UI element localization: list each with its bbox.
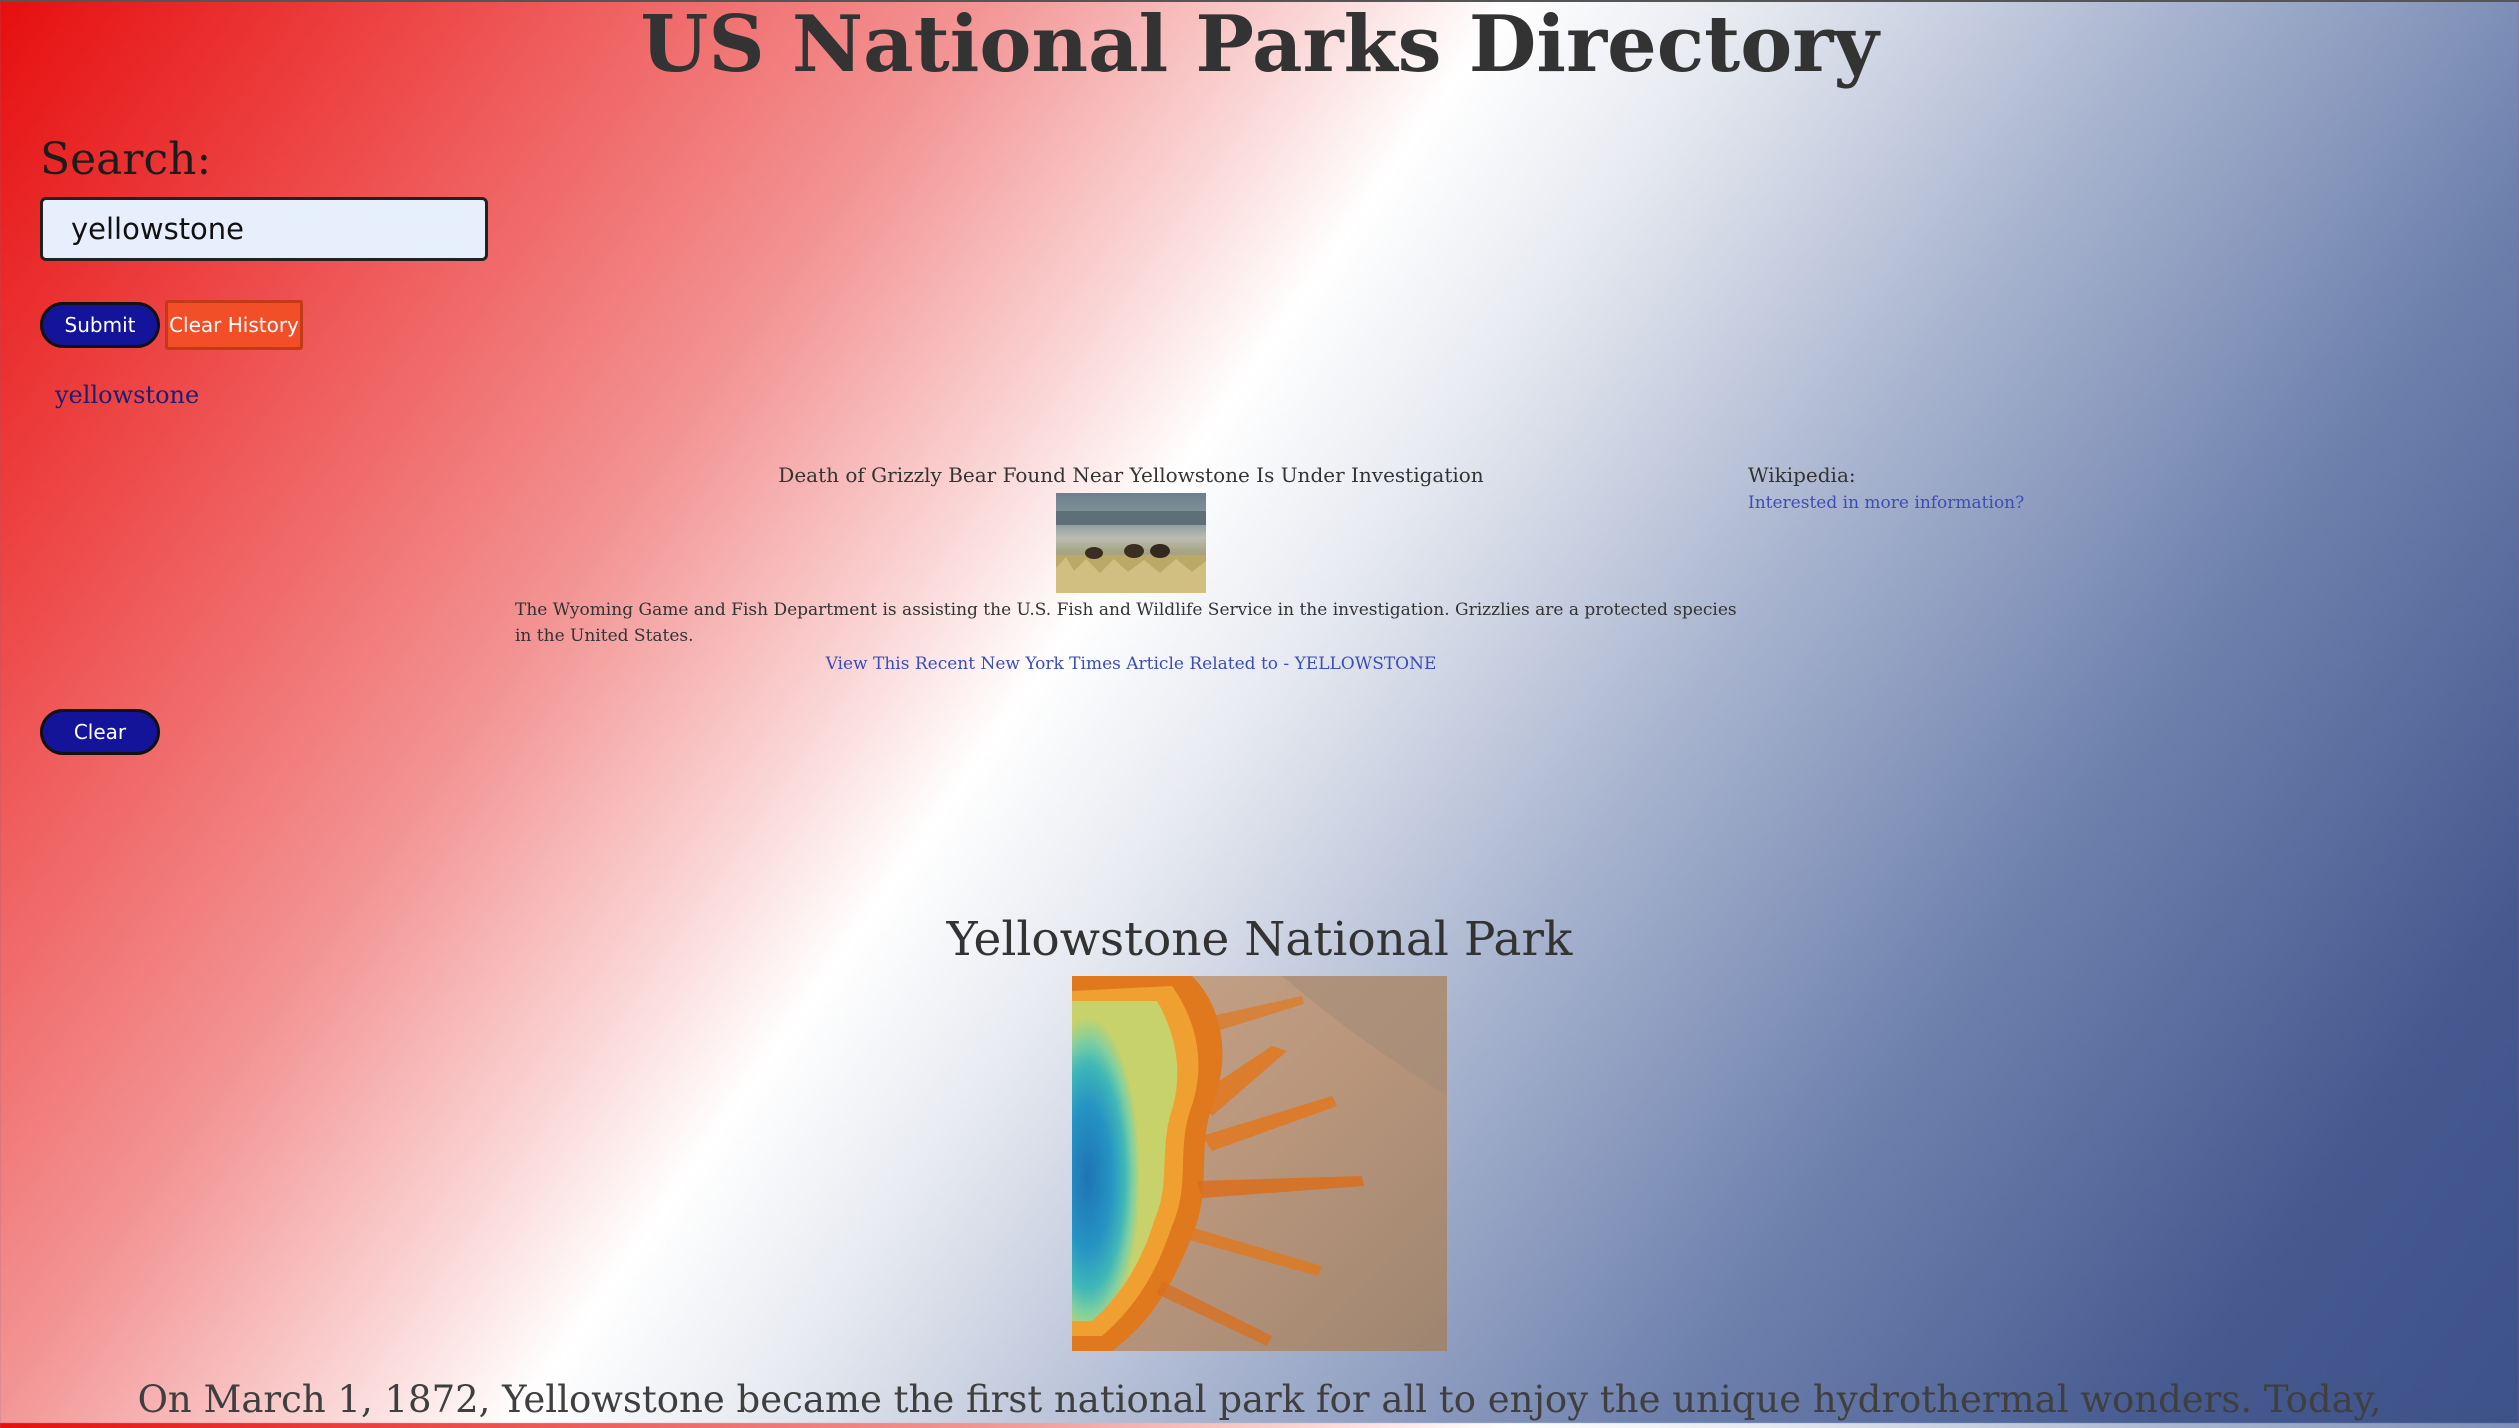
- wikipedia-label: Wikipedia:: [1748, 463, 1856, 487]
- search-label: Search:: [40, 134, 212, 185]
- park-description: On March 1, 1872, Yellowstone became the…: [137, 1378, 2382, 1421]
- page-title: US National Parks Directory: [640, 0, 1879, 90]
- news-article: Death of Grizzly Bear Found Near Yellows…: [515, 460, 1747, 677]
- clear-history-button[interactable]: Clear History: [165, 300, 303, 350]
- wikipedia-section: Wikipedia: Interested in more informatio…: [1748, 460, 2024, 516]
- search-history-list: yellowstone: [55, 378, 199, 412]
- news-image: [1056, 493, 1206, 593]
- history-item[interactable]: yellowstone: [55, 378, 199, 412]
- park-image: [1072, 976, 1447, 1351]
- nyt-article-link[interactable]: View This Recent New York Times Article …: [826, 651, 1437, 677]
- wikipedia-link[interactable]: Interested in more information?: [1748, 493, 2024, 513]
- search-input[interactable]: [40, 197, 488, 261]
- submit-button[interactable]: Submit: [40, 302, 160, 348]
- news-headline: Death of Grizzly Bear Found Near Yellows…: [778, 463, 1484, 487]
- clear-button[interactable]: Clear: [40, 709, 160, 755]
- news-abstract: The Wyoming Game and Fish Department is …: [515, 600, 1737, 646]
- park-title: Yellowstone National Park: [946, 912, 1573, 967]
